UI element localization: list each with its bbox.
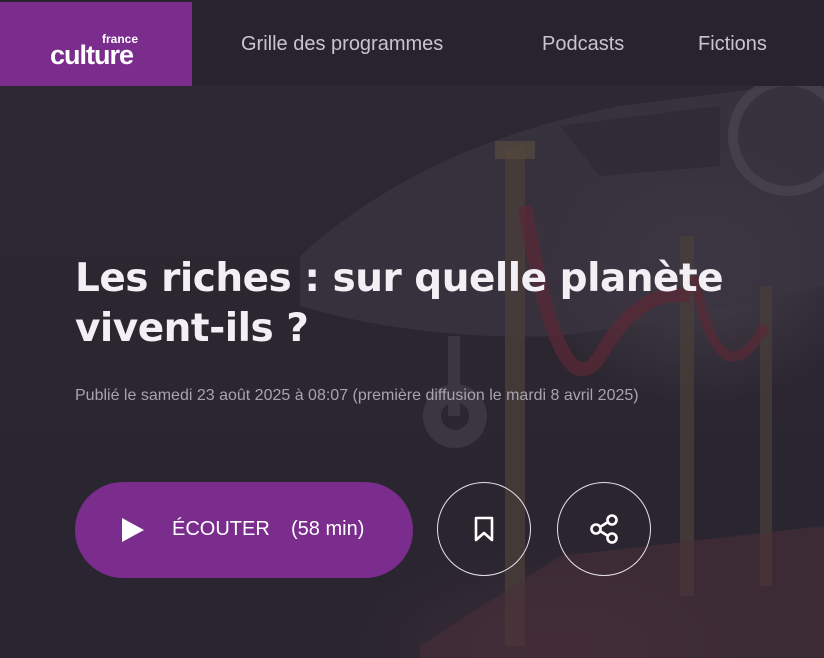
listen-label: ÉCOUTER — [172, 518, 270, 540]
france-culture-logo[interactable]: france culture — [0, 2, 192, 86]
listen-duration: (58 min) — [291, 518, 365, 540]
episode-title: Les riches : sur quelle planète vivent-i… — [75, 256, 724, 351]
logo-text-big: culture — [50, 40, 134, 70]
share-button[interactable] — [557, 482, 651, 576]
top-navigation-bar: france culture Grille des programmes Pod… — [0, 0, 824, 86]
bookmark-icon — [474, 516, 494, 542]
bookmark-button[interactable] — [437, 482, 531, 576]
publication-info: Publié le samedi 23 août 2025 à 08:07 (p… — [75, 387, 639, 404]
nav-item-fictions[interactable]: Fictions — [698, 33, 767, 56]
share-icon — [590, 514, 618, 544]
listen-button[interactable]: ÉCOUTER (58 min) — [75, 482, 413, 578]
play-icon — [122, 518, 144, 542]
nav-item-podcasts[interactable]: Podcasts — [542, 33, 624, 56]
nav-item-grille-des-programmes[interactable]: Grille des programmes — [241, 33, 443, 56]
